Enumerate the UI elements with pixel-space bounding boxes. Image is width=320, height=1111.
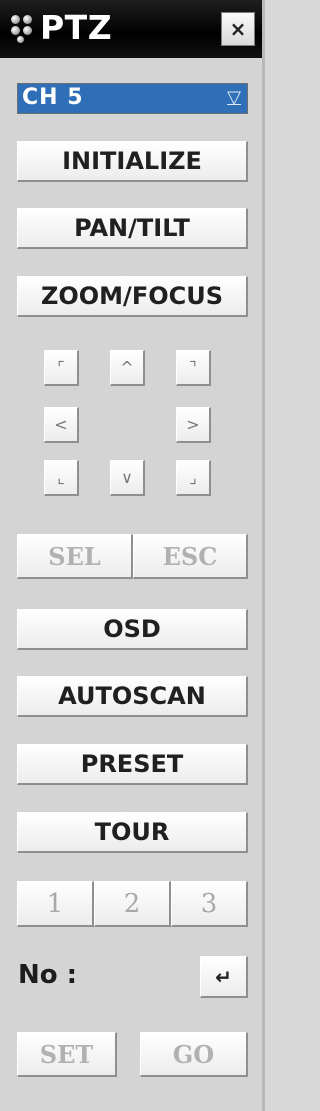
close-button[interactable]: ×: [221, 12, 255, 46]
enter-button[interactable]: ↵: [200, 956, 248, 998]
title-bar: PTZ ×: [0, 0, 262, 58]
window-title: PTZ: [40, 8, 113, 47]
up-right-button[interactable]: ⌝: [176, 350, 211, 386]
right-button[interactable]: >: [176, 407, 211, 443]
up-button[interactable]: ^: [110, 350, 145, 386]
channel-value: CH 5: [22, 85, 84, 110]
autoscan-button[interactable]: AUTOSCAN: [17, 676, 248, 717]
ptz-panel: PTZ × CH 5 ▽ INITIALIZE PAN/TILT ZOOM/FO…: [0, 0, 265, 1111]
initialize-button[interactable]: INITIALIZE: [17, 141, 248, 182]
close-icon: ×: [229, 17, 247, 41]
preset-number-label: No :: [18, 960, 78, 990]
channel-select[interactable]: CH 5 ▽: [17, 83, 248, 114]
set-button[interactable]: SET: [17, 1032, 117, 1077]
down-right-button[interactable]: ⌟: [176, 460, 211, 496]
sel-button[interactable]: SEL: [17, 534, 133, 579]
enter-icon: ↵: [215, 964, 232, 989]
zoom-focus-button[interactable]: ZOOM/FOCUS: [17, 276, 248, 317]
osd-button[interactable]: OSD: [17, 609, 248, 650]
pan-tilt-button[interactable]: PAN/TILT: [17, 208, 248, 249]
dropdown-arrow-icon: ▽: [227, 87, 241, 108]
number-3-button[interactable]: 3: [171, 881, 248, 927]
preset-button[interactable]: PRESET: [17, 744, 248, 785]
down-left-button[interactable]: ⌞: [44, 460, 79, 496]
left-button[interactable]: <: [44, 407, 79, 443]
up-left-button[interactable]: ⌜: [44, 350, 79, 386]
number-1-button[interactable]: 1: [17, 881, 94, 927]
esc-button[interactable]: ESC: [133, 534, 248, 579]
tour-button[interactable]: TOUR: [17, 812, 248, 853]
go-button[interactable]: GO: [140, 1032, 248, 1077]
down-button[interactable]: ∨: [110, 460, 145, 496]
number-2-button[interactable]: 2: [94, 881, 171, 927]
ptz-camera-icon: [8, 14, 38, 44]
